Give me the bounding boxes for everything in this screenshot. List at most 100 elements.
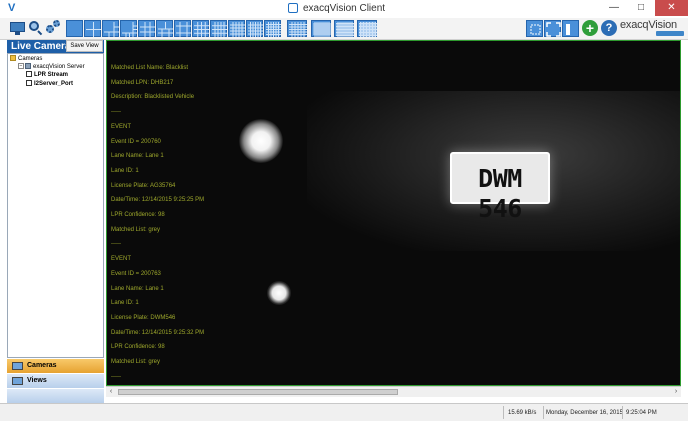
server-icon bbox=[25, 63, 31, 70]
layout-12x12-button[interactable] bbox=[357, 20, 377, 37]
layout-grid-icon bbox=[86, 22, 101, 37]
layout-grid-icon bbox=[140, 22, 155, 37]
fullscreen-icon bbox=[546, 22, 561, 37]
tree-item-camera[interactable]: LPR Stream bbox=[26, 71, 68, 80]
headlight-glare bbox=[239, 119, 283, 163]
scroll-left-icon[interactable]: ‹ bbox=[106, 387, 116, 397]
sequence-button[interactable] bbox=[526, 20, 543, 37]
live-monitor-button[interactable] bbox=[9, 20, 26, 37]
video-scrollbar[interactable]: ‹ › bbox=[106, 386, 681, 397]
tree-item-label: LPR Stream bbox=[34, 72, 69, 78]
status-date: Monday, December 16, 2015 bbox=[546, 410, 623, 416]
minimize-button[interactable]: — bbox=[601, 0, 627, 16]
status-bar: 15.69 kB/s Monday, December 16, 2015 9:2… bbox=[0, 403, 688, 421]
settings-button[interactable] bbox=[45, 20, 62, 37]
overlay-line: Date/Time: 12/14/2015 9:25:32 PM bbox=[111, 329, 205, 336]
window-title-bar: V exacqVision Client — □ ✕ bbox=[0, 0, 688, 18]
layout-2plus8-button[interactable] bbox=[156, 20, 173, 37]
status-divider bbox=[622, 406, 623, 419]
overlay-line: Matched List Name: Blacklist bbox=[111, 65, 189, 71]
maximize-button[interactable]: □ bbox=[628, 0, 654, 16]
layout-grid-icon bbox=[359, 22, 377, 37]
overlay-line: Lane Name: Lane 1 bbox=[111, 285, 164, 292]
overlay-line: License Plate: DWM546 bbox=[111, 314, 176, 321]
main-toolbar: + ? exacqVision bbox=[0, 18, 688, 40]
overlay-line: ----- bbox=[111, 373, 121, 380]
nav-tab-label: Cameras bbox=[27, 362, 57, 369]
scroll-right-icon[interactable]: › bbox=[671, 387, 681, 397]
layout-grid-icon bbox=[212, 22, 227, 37]
window-title: exacqVision Client bbox=[302, 3, 386, 14]
overlay-line: EVENT bbox=[111, 256, 132, 263]
fullscreen-button[interactable] bbox=[544, 20, 561, 37]
overlay-line: Matched List: grey bbox=[111, 359, 161, 365]
license-plate-text: DWM 546 bbox=[478, 164, 522, 223]
nav-tab-empty bbox=[7, 389, 104, 403]
cameras-tab-icon bbox=[12, 362, 23, 370]
overlay-line: Lane Name: Lane 1 bbox=[111, 153, 164, 160]
camera-icon bbox=[26, 71, 32, 78]
layout-grid-icon bbox=[336, 22, 354, 37]
help-icon[interactable]: ? bbox=[601, 20, 617, 36]
layout-grid-icon bbox=[266, 22, 281, 37]
save-view-button[interactable]: Save View bbox=[66, 40, 103, 52]
overlay-line: Description: Blacklisted Vehicle bbox=[111, 94, 195, 101]
collapse-icon[interactable]: − bbox=[18, 63, 24, 70]
overlay-line: Lane ID: 1 bbox=[111, 300, 139, 307]
nav-tab-cameras[interactable]: Cameras bbox=[7, 359, 104, 373]
license-plate: DWM 546 bbox=[450, 152, 550, 223]
layout-2x2-button[interactable] bbox=[84, 20, 101, 37]
layout-5x5-button[interactable] bbox=[228, 20, 245, 37]
overlay-line: LPR Confidence: 98 bbox=[111, 212, 165, 218]
gear-icon bbox=[46, 25, 54, 33]
scroll-thumb[interactable] bbox=[118, 389, 398, 395]
lamp-glare bbox=[267, 281, 291, 305]
sequence-icon bbox=[530, 24, 541, 35]
layout-grid-icon bbox=[313, 22, 331, 37]
close-button[interactable]: ✕ bbox=[655, 0, 688, 16]
status-time: 9:25:04 PM bbox=[626, 410, 657, 416]
camera-tree: Cameras − exacqVision Server LPR Stream I… bbox=[7, 53, 104, 358]
panel-toggle-icon bbox=[566, 24, 570, 35]
layout-3x3-button[interactable] bbox=[138, 20, 155, 37]
nav-tab-label: Views bbox=[27, 377, 47, 384]
layout-5x4-button[interactable] bbox=[210, 20, 227, 37]
camera-icon bbox=[26, 80, 32, 87]
nav-tab-views[interactable]: Views bbox=[7, 374, 104, 388]
layout-grid-icon bbox=[230, 22, 245, 37]
overlay-line: EVENT bbox=[111, 123, 132, 130]
layout-grid-icon bbox=[122, 22, 137, 37]
views-tab-icon bbox=[12, 377, 23, 385]
layout-8x8-button[interactable] bbox=[287, 20, 307, 37]
overlay-line: License Plate: AG35764 bbox=[111, 182, 176, 189]
overlay-line: Matched LPN: DHB217 bbox=[111, 79, 174, 86]
layout-4x4-button[interactable] bbox=[192, 20, 209, 37]
status-divider bbox=[503, 406, 504, 419]
layout-grid-icon bbox=[104, 22, 119, 37]
layout-grid-icon bbox=[194, 22, 209, 37]
layout-1x1-button[interactable] bbox=[66, 20, 83, 37]
layout-9x9-button[interactable] bbox=[311, 20, 331, 37]
folder-icon bbox=[10, 55, 16, 62]
layout-grid-icon bbox=[248, 22, 263, 37]
tree-item-label: exacqVision Server bbox=[33, 64, 85, 70]
layout-1plus12-button[interactable] bbox=[174, 20, 191, 37]
overlay-line: Lane ID: 1 bbox=[111, 167, 139, 174]
search-button[interactable] bbox=[27, 20, 44, 37]
overlay-line: ----- bbox=[111, 241, 121, 248]
layout-1plus7-button[interactable] bbox=[120, 20, 137, 37]
layout-1plus5-button[interactable] bbox=[102, 20, 119, 37]
overlay-line: Date/Time: 12/14/2015 9:25:25 PM bbox=[111, 197, 205, 204]
exacqvision-logo: exacqVision bbox=[620, 19, 677, 31]
tree-item-camera[interactable]: I2Server_Port bbox=[26, 80, 73, 89]
live-video-panel[interactable]: DWM 546 Matched List Name: Blacklist Matc… bbox=[106, 40, 681, 386]
hide-panel-button[interactable] bbox=[562, 20, 579, 37]
tree-item-label: I2Server_Port bbox=[34, 81, 74, 87]
layout-10x10-button[interactable] bbox=[334, 20, 354, 37]
add-icon[interactable]: + bbox=[582, 20, 598, 36]
overlay-line: LPR Confidence: 98 bbox=[111, 344, 165, 351]
gear-small-icon bbox=[53, 20, 60, 27]
search-icon bbox=[29, 21, 39, 31]
layout-6x6-button[interactable] bbox=[264, 20, 281, 37]
layout-6x5-button[interactable] bbox=[246, 20, 263, 37]
